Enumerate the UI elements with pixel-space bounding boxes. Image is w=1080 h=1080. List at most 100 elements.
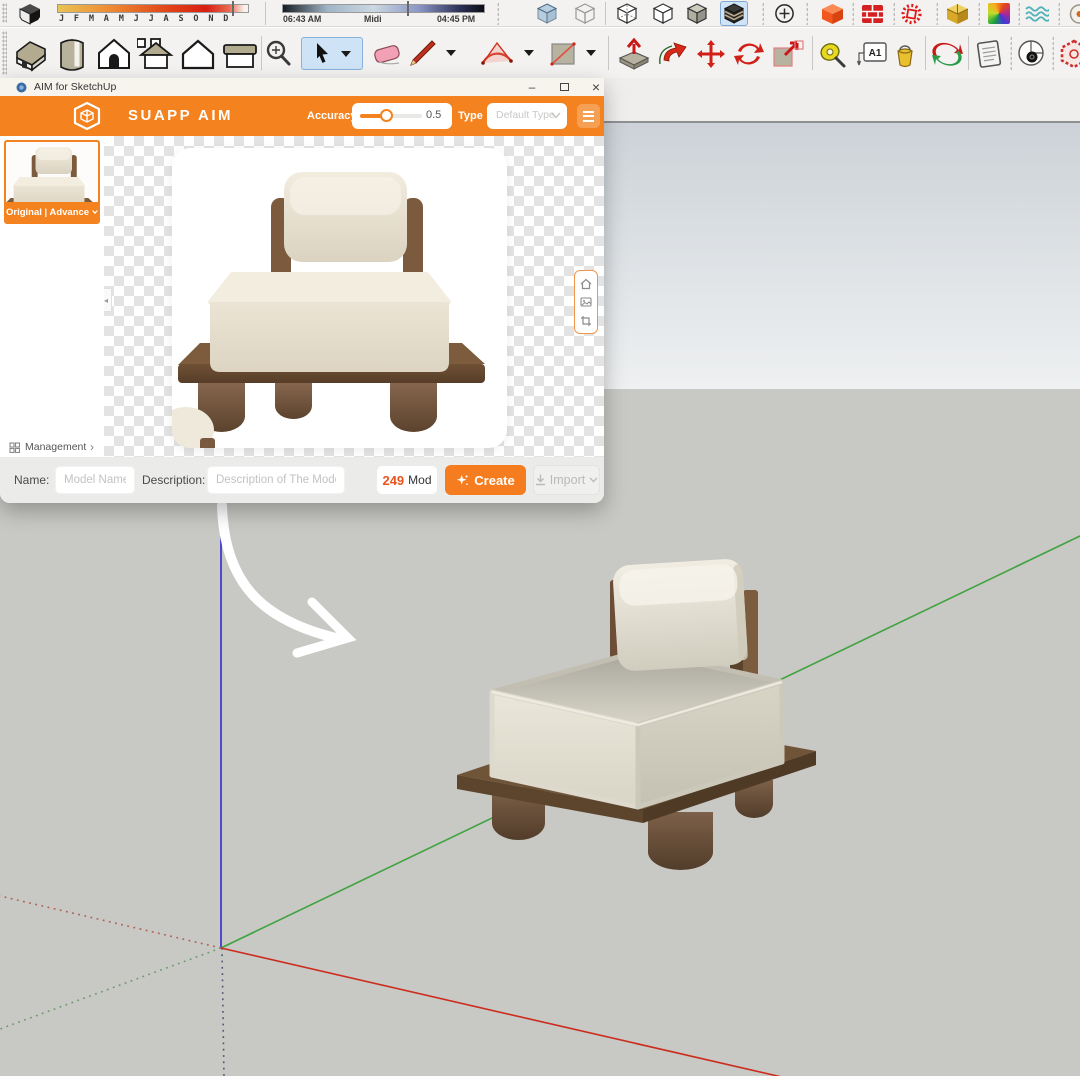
rainbow-swatch-plugin-icon[interactable] [986,2,1011,25]
home-icon[interactable] [580,278,592,290]
pencil-tool-icon[interactable] [406,38,438,70]
menu-button[interactable] [577,104,600,128]
time-mid-label: Midi [364,14,382,24]
suapp-logo [73,102,101,130]
plus-circle-icon[interactable] [772,2,796,25]
tape-measure-tool-icon[interactable] [816,40,848,70]
house-outline-icon[interactable] [178,34,218,74]
transparency-canvas: ◂ [100,136,604,457]
paint-bucket-tool-icon[interactable] [892,40,918,70]
shadow-time-slider[interactable] [282,4,485,13]
shadow-month-slider-handle[interactable] [232,1,234,16]
move-tool-icon[interactable] [693,38,729,70]
push-pull-tool-icon[interactable] [616,38,652,70]
camera-position-icon[interactable] [1014,38,1048,70]
generated-image-card[interactable] [172,148,507,448]
thumbnail-mode-label: Original | Advance [6,206,90,218]
type-value: Default Type [496,109,555,121]
results-sidebar: Original | Advance Management › [0,136,104,457]
accuracy-value: 0.5 [426,109,442,121]
waves-plugin-icon[interactable] [1024,2,1050,25]
description-label: Description: [142,473,206,487]
type-select[interactable]: Default Type [487,103,567,129]
notepad-icon[interactable] [972,38,1006,70]
chevron-down-icon [589,477,598,483]
follow-me-tool-icon[interactable] [655,38,691,70]
toolbar-tools: A1 [0,28,1080,78]
image-mini-toolbar [574,270,598,334]
scale-tool-icon[interactable] [770,38,806,70]
shaded-style-icon[interactable] [684,2,710,25]
house-cylinder-icon[interactable] [52,34,92,74]
shadow-toggle-icon[interactable] [16,2,44,25]
house-flat-roof-icon[interactable] [220,34,260,74]
close-button[interactable]: × [583,78,604,96]
red-axis [220,947,787,1079]
app-icon [16,82,27,92]
toolbar-drag-handle[interactable] [2,3,7,23]
toolbar-drag-handle-2[interactable] [2,31,7,75]
accuracy-slider[interactable]: 0.5 [352,103,452,129]
chevron-right-icon: › [90,440,94,454]
rectangle-tool-icon[interactable] [548,40,578,68]
maximize-button[interactable] [551,78,577,96]
mod-credit-counter: 249 Mod [377,466,437,494]
hexagon-plugin-icon[interactable] [1058,38,1080,70]
red-axis-negative [0,895,222,949]
shadow-month-slider[interactable] [57,4,249,13]
arc-dropdown[interactable] [524,50,534,56]
result-thumbnail[interactable]: Original | Advance [4,140,100,224]
name-input[interactable] [55,466,135,494]
orange-cube-plugin-icon[interactable] [820,2,845,25]
xray-style-icon[interactable] [534,2,560,25]
annotation-arrow [217,500,357,658]
house-door-icon[interactable] [94,34,134,74]
create-button[interactable]: Create [445,465,526,495]
house-3d-icon[interactable] [10,34,50,74]
brand-title: SUAPP AIM [128,107,234,124]
select-tool-button[interactable] [301,37,363,70]
import-label: Import [549,473,586,487]
crop-icon[interactable] [580,315,592,327]
shadow-time-slider-handle[interactable] [407,1,409,16]
thumbnail-mode-selector[interactable]: Original | Advance [6,202,98,222]
pencil-dropdown[interactable] [446,50,456,56]
management-button[interactable]: Management › [2,438,102,456]
dialog-body: ◂ Original | Advance Management › [0,136,604,457]
import-button[interactable]: Import [533,465,600,495]
textured-style-icon[interactable] [720,1,748,26]
aim-dialog[interactable]: AIM for SketchUp – × SUAPP AIM Accuracy … [0,78,604,503]
rectangle-dropdown[interactable] [586,50,596,56]
dialog-footer: Name: Description: 249 Mod Create Import [0,457,604,503]
import-arrow-icon [535,474,545,486]
chair-model-3d[interactable] [440,542,850,882]
back-edges-style-icon[interactable] [614,2,640,25]
minimize-button[interactable]: – [519,78,545,96]
accuracy-knob[interactable] [380,109,393,122]
dialog-title-bar[interactable]: AIM for SketchUp – × [0,78,604,96]
time-start-label: 06:43 AM [283,14,322,24]
brick-wall-plugin-icon[interactable] [860,2,885,25]
arc-tool-icon[interactable] [478,38,516,70]
green-axis-negative [0,947,222,1030]
description-input[interactable] [207,466,345,494]
compass-plugin-icon[interactable] [1066,2,1080,25]
a1-glyph: A1 [869,48,882,59]
type-label: Type [458,110,483,122]
chevron-down-icon [551,112,561,119]
select-tool-dropdown[interactable] [341,50,352,57]
wireframe-style-icon[interactable] [572,2,598,25]
name-label: Name: [14,473,50,487]
eraser-tool-icon[interactable] [372,40,406,68]
orbit-tool-icon[interactable] [929,38,965,70]
hidden-line-style-icon[interactable] [650,2,676,25]
zoom-tool-icon[interactable] [262,38,294,68]
dialog-title: AIM for SketchUp [34,81,117,93]
dialog-header: SUAPP AIM Accuracy 0.5 Type Default Type [0,96,604,136]
text-tool-icon[interactable]: A1 [855,40,889,70]
image-icon[interactable] [580,296,592,308]
yellow-cube-plugin-icon[interactable] [945,2,970,25]
rotate-tool-icon[interactable] [731,38,767,70]
dotted-gear-plugin-icon[interactable] [899,2,924,25]
house-dormer-icon[interactable] [136,34,176,74]
